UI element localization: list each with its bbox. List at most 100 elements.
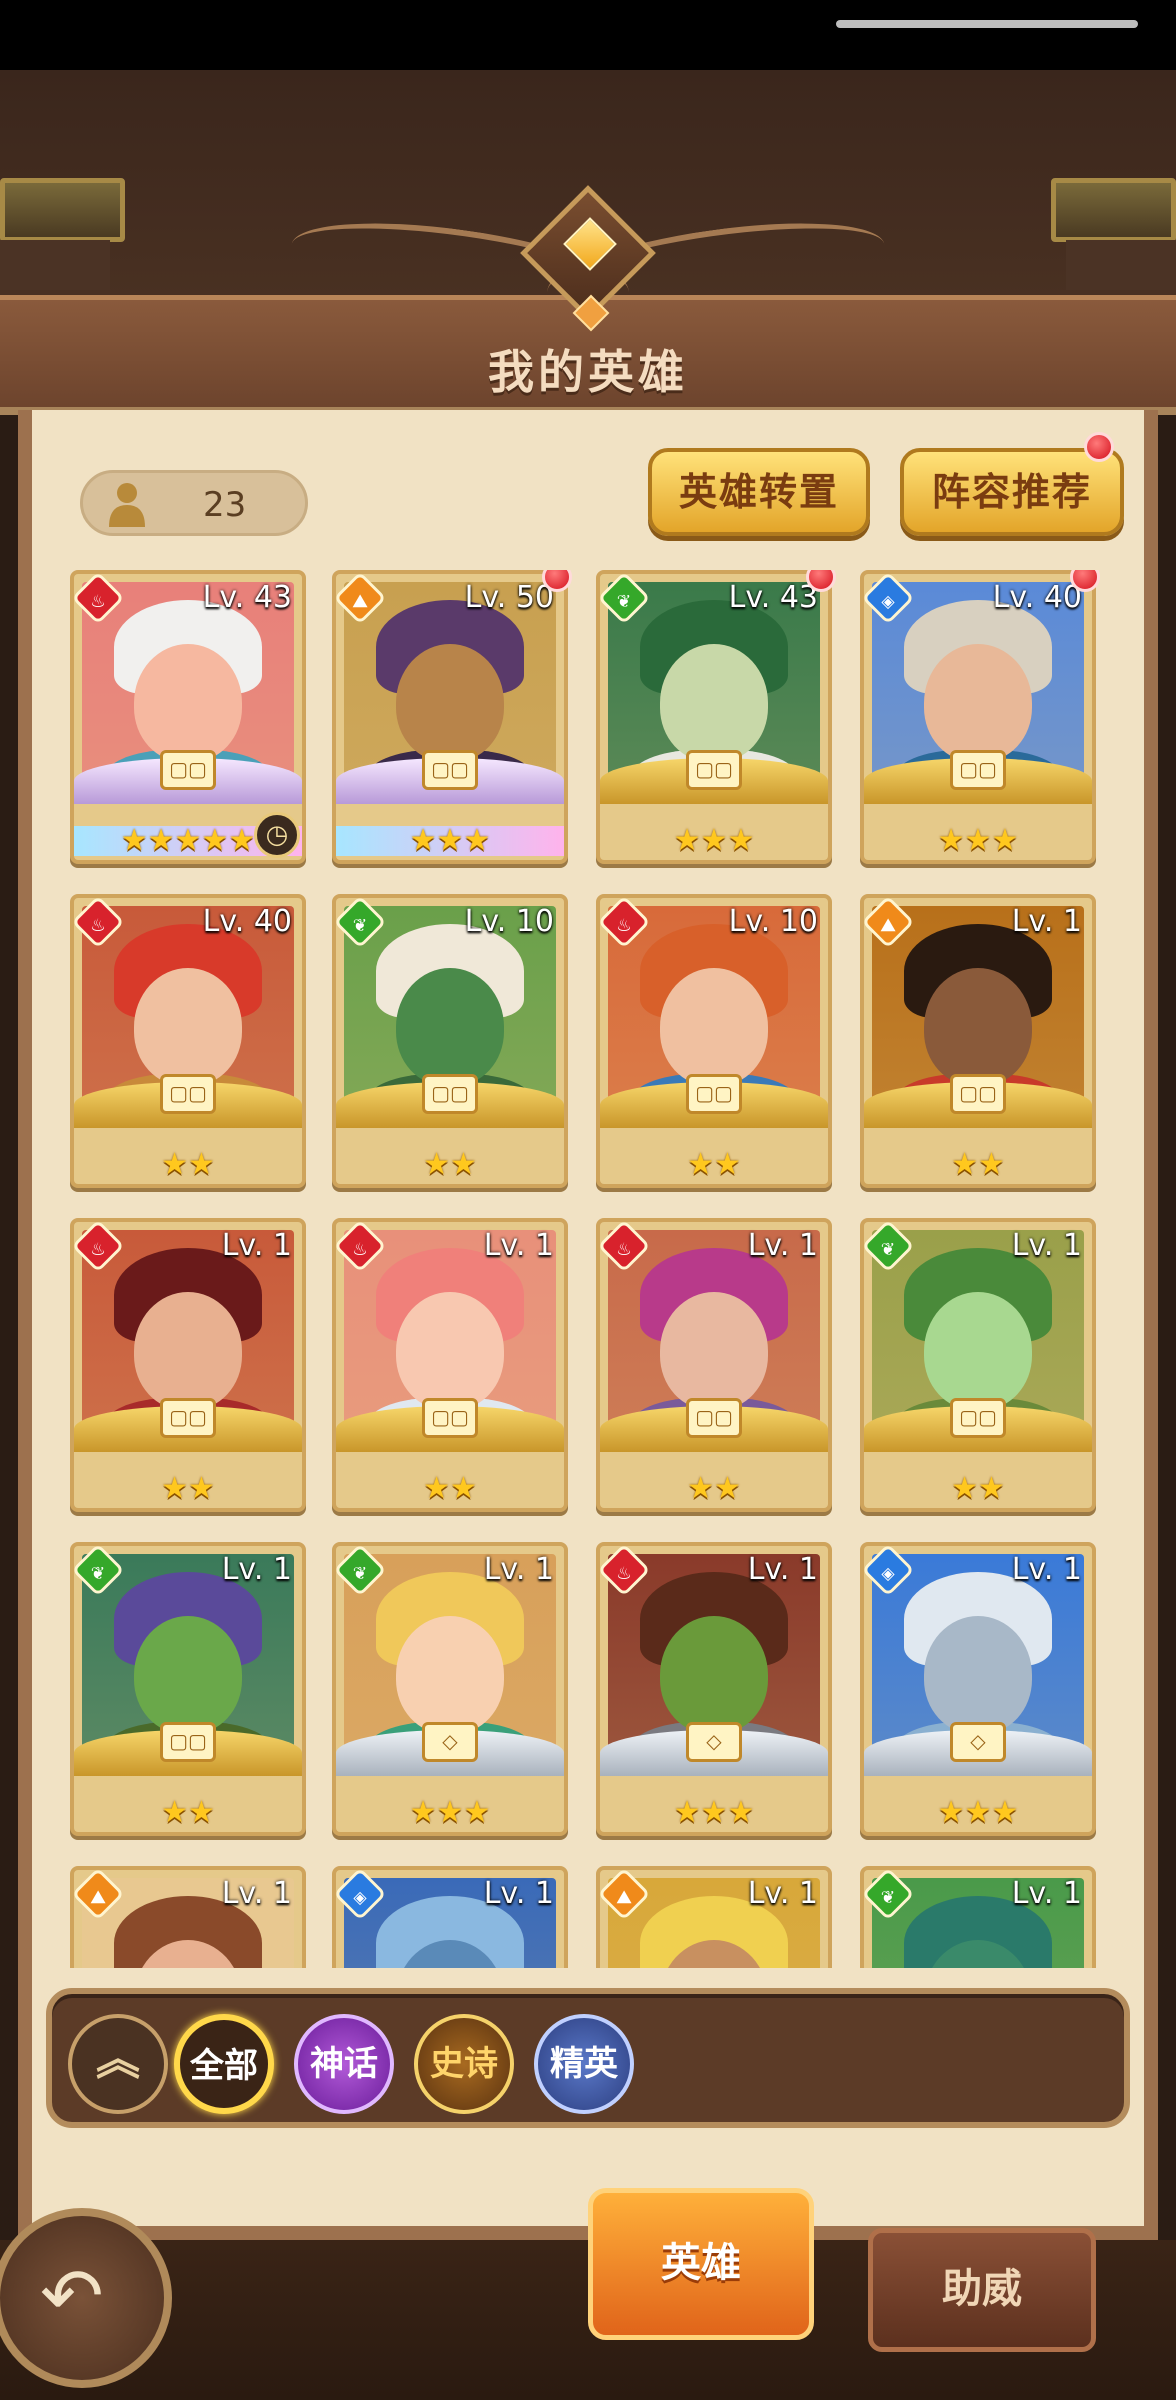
hero-face xyxy=(660,968,768,1086)
hero-transfer-button[interactable]: 英雄转置 xyxy=(648,448,870,536)
status-bar xyxy=(0,0,1176,70)
hero-face xyxy=(134,1292,242,1410)
element-glyph: ♨ xyxy=(616,914,632,936)
rank-frame: ▢▢ xyxy=(74,1074,302,1134)
hero-card[interactable]: Lv. 50 ⛰ ▢▢ ★★★ xyxy=(332,570,572,864)
hero-face xyxy=(660,644,768,762)
star-rating: ★★★ xyxy=(937,1795,1019,1830)
rank-frame: ▢▢ xyxy=(336,750,564,810)
right-pillar xyxy=(1051,178,1176,242)
back-button[interactable]: ↶ xyxy=(0,2208,172,2388)
hero-face xyxy=(396,1292,504,1410)
hero-level: Lv. 50 xyxy=(464,580,554,615)
hero-card[interactable]: Lv. 1 ⛰ xyxy=(596,1866,832,1968)
star-rating: ★★★ xyxy=(673,1795,755,1830)
filter-mythic[interactable]: 神话 xyxy=(294,2014,394,2114)
rank-frame: ▢▢ xyxy=(600,1074,828,1134)
hero-count-pill: 23 xyxy=(80,470,308,536)
hero-face xyxy=(134,1616,242,1734)
star-rating: ★★ xyxy=(161,1795,215,1830)
element-glyph: ◈ xyxy=(881,590,895,612)
element-glyph: ❦ xyxy=(880,1886,896,1908)
hero-card[interactable]: Lv. 1 ♨ ▢▢ ★★ xyxy=(70,1218,306,1512)
right-pillar-base xyxy=(1066,240,1176,290)
hero-level: Lv. 1 xyxy=(221,1228,292,1263)
hero-card[interactable]: Lv. 10 ❦ ▢▢ ★★ xyxy=(332,894,568,1188)
page-title: 我的英雄 xyxy=(488,345,688,399)
rank-frame: ▢▢ xyxy=(336,1074,564,1134)
filter-epic[interactable]: 史诗 xyxy=(414,2014,514,2114)
star-rating: ★★★ xyxy=(937,823,1019,858)
hero-level: Lv. 1 xyxy=(1011,1876,1082,1911)
rank-crest-icon: ▢▢ xyxy=(160,1398,216,1438)
rank-crest-icon: ◇ xyxy=(686,1722,742,1762)
star-rating: ★★ xyxy=(951,1147,1005,1182)
star-rating: ★★ xyxy=(951,1471,1005,1506)
hero-face xyxy=(134,968,242,1086)
star-rating: ★★ xyxy=(423,1471,477,1506)
hero-grid: Lv. 43 ♨ ▢▢ ★★★★★ ◷ Lv. 50 ⛰ ▢▢ ★★★ Lv. 43 ❦ ▢▢ ★★★ L… xyxy=(70,570,1110,1968)
hero-card[interactable]: Lv. 1 ❦ ▢▢ ★★ xyxy=(860,1218,1096,1512)
rank-crest-icon: ◇ xyxy=(950,1722,1006,1762)
hero-count: 23 xyxy=(203,485,247,525)
rank-frame: ▢▢ xyxy=(74,1398,302,1458)
tab-heroes[interactable]: 英雄 xyxy=(588,2188,814,2340)
element-glyph: ⛰ xyxy=(90,1886,106,1908)
hero-level: Lv. 1 xyxy=(1011,1228,1082,1263)
hero-card[interactable]: Lv. 1 ❦ ◇ ★★★ xyxy=(332,1542,568,1836)
star-rating: ★★ xyxy=(161,1471,215,1506)
rank-crest-icon: ▢▢ xyxy=(686,750,742,790)
hero-card[interactable]: Lv. 1 ❦ ▢▢ ★★ xyxy=(70,1542,306,1836)
hero-card[interactable]: Lv. 43 ❦ ▢▢ ★★★ xyxy=(596,570,836,864)
hero-face xyxy=(660,1292,768,1410)
rank-crest-icon: ▢▢ xyxy=(950,1074,1006,1114)
hero-card[interactable]: Lv. 1 ◈ xyxy=(332,1866,568,1968)
rank-crest-icon: ▢▢ xyxy=(160,1722,216,1762)
star-rating: ★★★ xyxy=(673,823,755,858)
clock-icon: ◷ xyxy=(254,812,300,858)
hero-card[interactable]: Lv. 43 ♨ ▢▢ ★★★★★ ◷ xyxy=(70,570,306,864)
left-pillar-base xyxy=(0,240,110,290)
hero-level: Lv. 10 xyxy=(728,904,818,939)
hero-level: Lv. 1 xyxy=(747,1228,818,1263)
rank-crest-icon: ▢▢ xyxy=(422,1074,478,1114)
star-rating: ★★★ xyxy=(409,1795,491,1830)
lineup-recommend-button[interactable]: 阵容推荐 xyxy=(900,448,1124,536)
star-rating: ★★ xyxy=(423,1147,477,1182)
rarity-filter-bar: ︽ 全部 神话 史诗 精英 xyxy=(46,1988,1130,2128)
element-glyph: ♨ xyxy=(616,1562,632,1584)
hero-card[interactable]: Lv. 1 ◈ ◇ ★★★ xyxy=(860,1542,1096,1836)
hero-card[interactable]: Lv. 40 ♨ ▢▢ ★★ xyxy=(70,894,306,1188)
hero-card[interactable]: Lv. 1 ⛰ ▢▢ ★★ xyxy=(860,894,1096,1188)
element-glyph: ⛰ xyxy=(616,1886,632,1908)
hero-level: Lv. 1 xyxy=(747,1552,818,1587)
rank-frame: ◇ xyxy=(336,1722,564,1782)
collapse-chevron-icon[interactable]: ︽ xyxy=(68,2014,168,2114)
element-glyph: ❦ xyxy=(90,1562,106,1584)
hero-face xyxy=(396,644,504,762)
rank-frame: ▢▢ xyxy=(336,1398,564,1458)
hero-face xyxy=(924,644,1032,762)
tab-support[interactable]: 助威 xyxy=(868,2228,1096,2352)
hero-card[interactable]: Lv. 10 ♨ ▢▢ ★★ xyxy=(596,894,832,1188)
filter-all[interactable]: 全部 xyxy=(174,2014,274,2114)
hero-card[interactable]: Lv. 1 ♨ ▢▢ ★★ xyxy=(596,1218,832,1512)
hero-card[interactable]: Lv. 40 ◈ ▢▢ ★★★ xyxy=(860,570,1100,864)
rank-crest-icon: ◇ xyxy=(422,1722,478,1762)
hero-card[interactable]: Lv. 1 ♨ ▢▢ ★★ xyxy=(332,1218,568,1512)
hero-card[interactable]: Lv. 1 ♨ ◇ ★★★ xyxy=(596,1542,832,1836)
hero-face xyxy=(924,968,1032,1086)
back-arrow-icon: ↶ xyxy=(40,2251,104,2340)
filter-elite[interactable]: 精英 xyxy=(534,2014,634,2114)
rank-frame: ▢▢ xyxy=(864,1074,1092,1134)
hero-card[interactable]: Lv. 1 ⛰ xyxy=(70,1866,306,1968)
element-glyph: ♨ xyxy=(90,590,106,612)
element-glyph: ❦ xyxy=(616,590,632,612)
hero-card[interactable]: Lv. 1 ❦ xyxy=(860,1866,1096,1968)
rank-crest-icon: ▢▢ xyxy=(422,1398,478,1438)
element-glyph: ❦ xyxy=(880,1238,896,1260)
rank-frame: ▢▢ xyxy=(74,750,302,810)
hero-level: Lv. 1 xyxy=(747,1876,818,1911)
rank-frame: ▢▢ xyxy=(864,750,1092,810)
rank-frame: ▢▢ xyxy=(864,1398,1092,1458)
